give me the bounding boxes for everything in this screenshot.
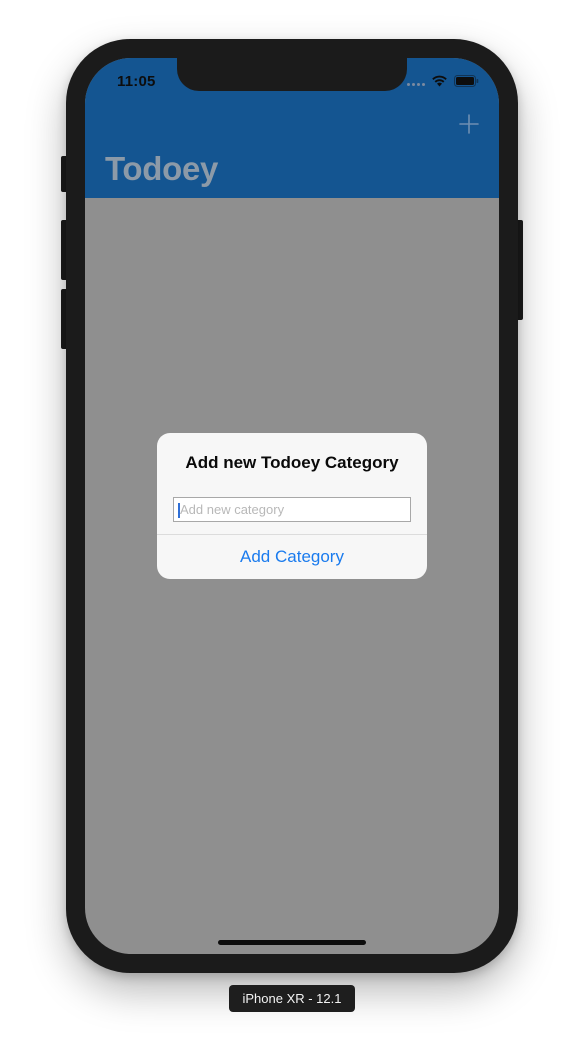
plus-icon [459,114,479,134]
add-button[interactable] [455,110,483,138]
page-title: Todoey [105,150,219,187]
home-indicator[interactable] [218,940,366,945]
add-category-alert: Add new Todoey Category Add Category [157,433,427,579]
wifi-icon [432,75,447,87]
notch [177,58,407,91]
battery-icon [454,75,479,87]
simulator-window: 11:05 Todoey Add new Todoey Category Add… [0,0,584,1048]
device-label: iPhone XR - 12.1 [229,985,355,1012]
add-category-button[interactable]: Add Category [157,535,427,579]
text-cursor [178,503,180,518]
category-name-input[interactable] [173,497,411,522]
navigation-bar: 11:05 Todoey [85,58,499,198]
alert-title: Add new Todoey Category [185,453,399,472]
status-icons [407,75,479,87]
status-time: 11:05 [117,73,156,90]
cellular-signal-icon [407,76,425,86]
